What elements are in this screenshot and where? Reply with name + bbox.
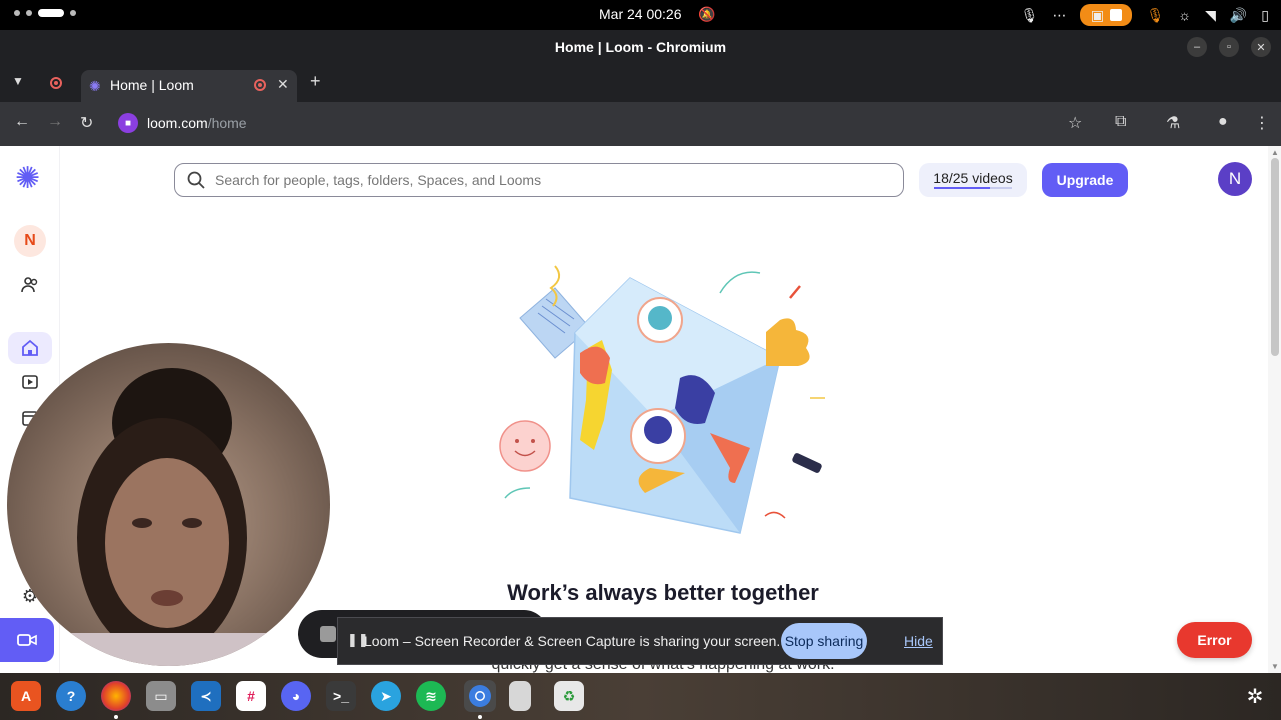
screen-sharing-bar: ❚❚ Loom – Screen Recorder & Screen Captu…: [337, 617, 943, 665]
tab-strip: ▼ ✺ Home | Loom ✕ +: [0, 64, 1281, 102]
slack-icon[interactable]: #: [236, 681, 266, 711]
video-count-badge[interactable]: 18/25 videos: [919, 163, 1027, 197]
firefox-icon[interactable]: [101, 681, 131, 711]
hide-sharing-bar-link[interactable]: Hide: [904, 633, 933, 649]
team-collaboration-illustration: [499, 265, 825, 534]
search-input-container[interactable]: [174, 163, 904, 197]
address-bar: ← → ↻ ■ loom.com/home ☆ ⧉ ⚗ ● ⋮: [0, 102, 1281, 146]
video-count-label: 18/25 videos: [933, 170, 1013, 186]
removable-drive-icon[interactable]: [509, 681, 531, 711]
reload-icon[interactable]: ↻: [80, 113, 93, 133]
empty-state-headline: Work’s always better together: [507, 580, 819, 605]
record-camera-icon[interactable]: [0, 618, 54, 662]
search-icon: [187, 171, 205, 194]
new-tab-plus-icon[interactable]: +: [310, 71, 321, 92]
close-window-icon[interactable]: ✕: [1251, 37, 1271, 57]
extensions-icon[interactable]: ⧉: [1115, 113, 1126, 131]
volume-icon: 🔊: [1229, 6, 1248, 23]
vscode-icon[interactable]: ≺: [191, 681, 221, 711]
files-icon[interactable]: ▭: [146, 681, 176, 711]
tab-recording-icon: [254, 79, 266, 91]
tab-close-icon[interactable]: ✕: [277, 76, 289, 93]
chromium-icon[interactable]: [464, 680, 496, 712]
workspace-indicator[interactable]: [14, 9, 76, 17]
discord-icon[interactable]: ◕: [281, 681, 311, 711]
maximize-window-icon[interactable]: ▫: [1219, 37, 1239, 57]
microphone-icon: 🎙: [1020, 6, 1039, 23]
window-title: Home | Loom - Chromium: [554, 39, 727, 55]
scrollbar-thumb[interactable]: [1271, 158, 1279, 356]
kebab-menu-icon[interactable]: ⋮: [1254, 113, 1270, 133]
window-title-bar: Home | Loom - Chromium – ▫ ✕: [0, 30, 1281, 64]
home-icon[interactable]: [8, 332, 52, 364]
error-button[interactable]: Error: [1177, 622, 1252, 658]
upgrade-button[interactable]: Upgrade: [1042, 163, 1128, 197]
recording-tab-icon[interactable]: [50, 77, 62, 89]
scroll-down-icon[interactable]: ▼: [1271, 662, 1279, 671]
user-avatar[interactable]: N: [1218, 162, 1252, 196]
help-icon[interactable]: ?: [56, 681, 86, 711]
scroll-up-icon[interactable]: ▲: [1271, 148, 1279, 157]
webcam-feed: [7, 368, 330, 666]
os-dock: A ? ▭ ≺ # ◕ >_ ➤ ≋ ♻ ✲: [0, 673, 1281, 720]
stop-recording-button[interactable]: [320, 626, 336, 642]
loom-logo-icon[interactable]: ✺: [15, 164, 40, 194]
forward-arrow-icon[interactable]: →: [47, 113, 63, 131]
wifi-icon: ◥: [1205, 6, 1216, 23]
show-apps-icon[interactable]: ✲: [1240, 681, 1270, 711]
profile-icon[interactable]: ●: [1218, 113, 1228, 131]
people-icon[interactable]: [18, 273, 42, 297]
os-clock[interactable]: Mar 24 00:26: [599, 6, 682, 22]
site-info-icon[interactable]: ■: [118, 113, 138, 133]
stop-sharing-button[interactable]: Stop sharing: [781, 623, 867, 659]
app-center-icon[interactable]: A: [11, 681, 41, 711]
trash-icon[interactable]: ♻: [554, 681, 584, 711]
sharing-message: Loom – Screen Recorder & Screen Capture …: [364, 633, 781, 649]
minimize-window-icon[interactable]: –: [1187, 37, 1207, 57]
labs-flask-icon[interactable]: ⚗: [1166, 113, 1180, 133]
workspace-avatar[interactable]: N: [14, 225, 46, 257]
brightness-icon: ☼: [1178, 7, 1192, 23]
tab-home-loom[interactable]: ✺ Home | Loom ✕: [81, 70, 297, 102]
page-scrollbar[interactable]: ▲ ▼: [1268, 146, 1281, 673]
tab-label: Home | Loom: [110, 77, 194, 93]
loom-favicon-icon: ✺: [89, 78, 101, 94]
more-icon[interactable]: ⋯: [1052, 7, 1066, 24]
notifications-muted-icon: 🔕: [698, 6, 716, 22]
system-tray[interactable]: 🎙 ⋯ ▣ 🎙 ☼ ◥ 🔊 ▯: [1021, 4, 1269, 26]
tab-search-chevron-down-icon[interactable]: ▼: [12, 74, 24, 88]
screen-share-icon: ▣: [1090, 6, 1105, 23]
stop-recording-icon: [1110, 9, 1123, 21]
mic-active-icon: 🎙: [1146, 6, 1165, 23]
url-field[interactable]: loom.com/home: [147, 115, 247, 131]
back-arrow-icon[interactable]: ←: [14, 113, 30, 131]
screen-recording-indicator[interactable]: ▣: [1080, 4, 1133, 26]
library-icon[interactable]: [18, 370, 42, 394]
battery-icon: ▯: [1261, 6, 1269, 23]
os-top-bar: Mar 24 00:26 🔕 🎙 ⋯ ▣ 🎙 ☼ ◥ 🔊 ▯: [0, 0, 1281, 30]
search-input[interactable]: [215, 170, 875, 190]
terminal-icon[interactable]: >_: [326, 681, 356, 711]
telegram-icon[interactable]: ➤: [371, 681, 401, 711]
video-usage-progress: [934, 187, 1012, 189]
bookmark-star-icon[interactable]: ☆: [1068, 113, 1082, 133]
spotify-icon[interactable]: ≋: [416, 681, 446, 711]
camera-bubble[interactable]: [7, 343, 330, 666]
